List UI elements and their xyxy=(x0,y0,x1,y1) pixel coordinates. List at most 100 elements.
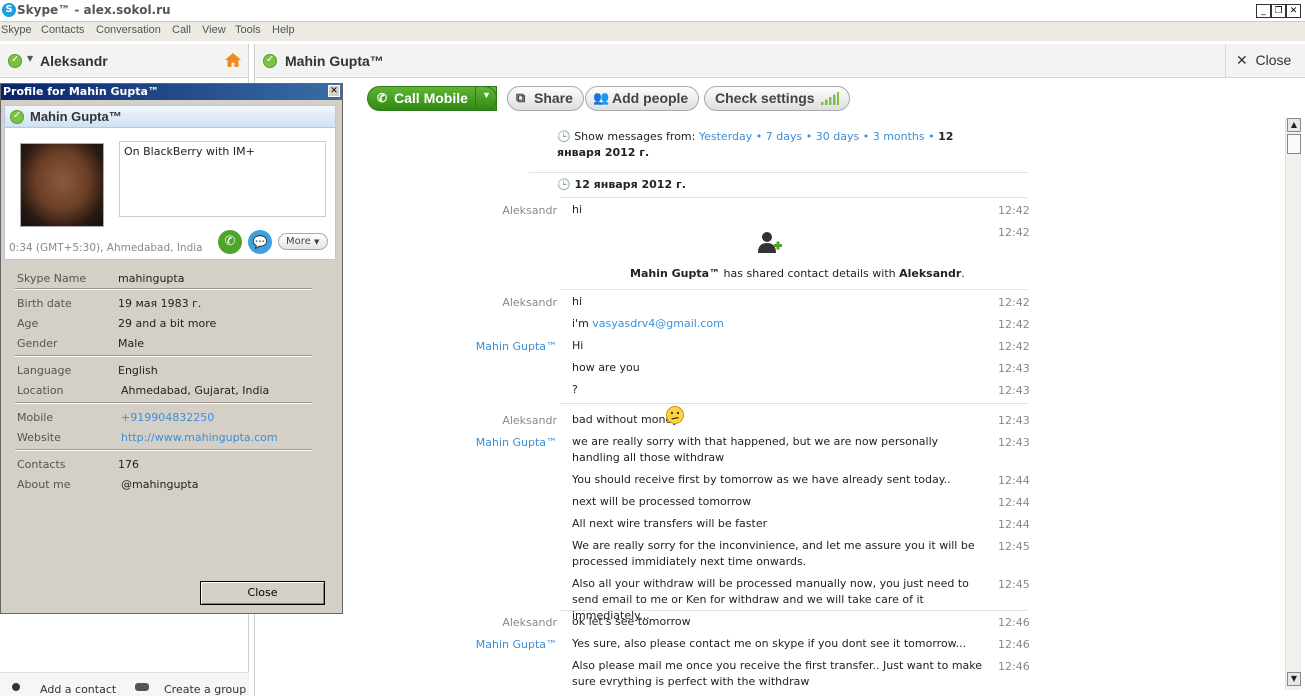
scroll-thumb[interactable] xyxy=(1287,134,1301,154)
profile-card: Mahin Gupta™ On BlackBerry with IM+ 0:34… xyxy=(4,105,336,260)
field-label: Birth date xyxy=(17,297,72,310)
field-label: Skype Name xyxy=(17,272,87,285)
profile-name: Mahin Gupta™ xyxy=(30,109,122,124)
separator xyxy=(15,449,312,451)
message-text-prefix: i'm xyxy=(572,317,593,330)
history-3-months[interactable]: 3 months xyxy=(873,130,925,143)
user-name[interactable]: Aleksandr xyxy=(40,53,108,69)
profile-card-header: Mahin Gupta™ xyxy=(5,106,335,128)
scroll-up-icon[interactable]: ▲ xyxy=(1287,118,1301,132)
message-text: Yes sure, also please contact me on skyp… xyxy=(572,637,967,650)
check-settings-button[interactable]: Check settings xyxy=(704,86,850,111)
menu-bar: Skype Contacts Conversation Call View To… xyxy=(0,22,1305,41)
skype-logo-icon: S xyxy=(2,3,16,17)
menu-contacts[interactable]: Contacts xyxy=(41,24,84,36)
more-label: More xyxy=(286,236,311,247)
clock-icon: 🕒 xyxy=(557,130,571,143)
message-time: 12:45 xyxy=(998,540,1030,553)
minimize-button[interactable]: _ xyxy=(1256,4,1271,18)
add-people-label: Add people xyxy=(612,90,689,106)
conversation-header: Mahin Gupta™ ✕ Close xyxy=(254,44,1305,78)
message-time: 12:44 xyxy=(998,474,1030,487)
history-filter: 🕒 Show messages from: Yesterday • 7 days… xyxy=(557,129,987,161)
chevron-down-icon: ▼ xyxy=(313,238,320,246)
message-time: 12:46 xyxy=(998,638,1030,651)
window-title: Skype™ - alex.sokol.ru xyxy=(17,3,171,17)
window-close-button[interactable]: ✕ xyxy=(1286,4,1301,18)
menu-skype[interactable]: Skype xyxy=(1,24,32,36)
user-header: ▼ Aleksandr xyxy=(0,44,249,78)
phone-icon: ✆ xyxy=(377,91,388,105)
message-text: bad without money xyxy=(572,413,679,426)
menu-view[interactable]: View xyxy=(202,24,226,36)
scroll-down-icon[interactable]: ▼ xyxy=(1287,672,1301,686)
more-button[interactable]: More ▼ xyxy=(278,233,328,250)
chevron-down-icon: ▼ xyxy=(482,90,491,100)
close-conversation-button[interactable]: ✕ Close xyxy=(1225,44,1305,78)
message-text: i'm vasyasdrv4@gmail.com xyxy=(572,316,987,332)
menu-help[interactable]: Help xyxy=(272,24,295,36)
email-link[interactable]: vasyasdrv4@gmail.com xyxy=(592,317,724,330)
shared-contact-message: Mahin Gupta™ has shared contact details … xyxy=(630,267,965,280)
field-label: Location xyxy=(17,384,64,397)
website-link[interactable]: http://www.mahingupta.com xyxy=(121,431,278,444)
chat-contact-button[interactable]: 💬 xyxy=(248,230,272,254)
message-sender[interactable]: Mahin Gupta™ xyxy=(417,638,557,651)
add-people-button[interactable]: 👥 Add people xyxy=(585,86,700,111)
share-icon: ⧉ xyxy=(516,90,526,105)
add-people-icon: 👥 xyxy=(593,90,610,105)
history-7-days[interactable]: 7 days xyxy=(766,130,802,143)
phone-icon: ✆ xyxy=(224,234,236,249)
contacts-count-value: 176 xyxy=(118,458,139,471)
message-text: Hi xyxy=(572,339,584,352)
home-icon[interactable] xyxy=(224,52,242,68)
separator xyxy=(15,355,312,357)
message-time: 12:42 xyxy=(998,340,1030,353)
history-sep: • xyxy=(755,130,763,143)
create-group-icon xyxy=(135,683,149,691)
field-label: Language xyxy=(17,364,72,377)
chat-bubble-icon: 💬 xyxy=(252,235,268,249)
message-text: You should receive first by tomorrow as … xyxy=(572,473,951,486)
message-sender[interactable]: Mahin Gupta™ xyxy=(417,340,557,353)
history-yesterday[interactable]: Yesterday xyxy=(699,130,752,143)
create-group-button[interactable]: Create a group xyxy=(164,683,246,696)
message-sender[interactable]: Mahin Gupta™ xyxy=(417,436,557,449)
shared-contact-recipient: Aleksandr xyxy=(899,267,962,280)
gender-value: Male xyxy=(118,337,145,350)
field-label: Age xyxy=(17,317,39,330)
message-sender: Aleksandr xyxy=(502,616,557,629)
status-dropdown-icon[interactable]: ▼ xyxy=(27,54,33,63)
message-time: 12:43 xyxy=(998,414,1030,427)
menu-tools[interactable]: Tools xyxy=(235,24,261,36)
skype-name-value: mahingupta xyxy=(118,272,185,285)
message-sender: Aleksandr xyxy=(502,204,557,217)
add-contact-icon xyxy=(12,683,20,691)
mood-message: On BlackBerry with IM+ xyxy=(119,141,326,217)
history-30-days[interactable]: 30 days xyxy=(816,130,859,143)
message-text: hi xyxy=(572,295,583,308)
profile-close-icon[interactable]: ✕ xyxy=(328,85,340,97)
add-contact-button[interactable]: Add a contact xyxy=(40,683,116,696)
restore-button[interactable]: ❐ xyxy=(1271,4,1286,18)
field-label: Contacts xyxy=(17,458,66,471)
share-button[interactable]: ⧉ Share xyxy=(507,86,584,111)
chat-scrollbar[interactable]: ▲ ▼ xyxy=(1285,118,1301,690)
mobile-link[interactable]: +919904832250 xyxy=(121,411,214,424)
age-value: 29 and a bit more xyxy=(118,317,217,330)
message-time: 12:42 xyxy=(998,296,1030,309)
close-label: Close xyxy=(1255,52,1292,68)
date-header: 🕒 12 января 2012 г. xyxy=(557,178,686,191)
online-status-icon[interactable] xyxy=(8,54,22,68)
profile-local-time: 0:34 (GMT+5:30), Ahmedabad, India xyxy=(9,242,203,254)
message-text: ok let's see tomorrow xyxy=(572,615,691,628)
message-sender: Aleksandr xyxy=(502,296,557,309)
contacts-footer: Add a contact Create a group xyxy=(0,672,249,696)
menu-conversation[interactable]: Conversation xyxy=(96,24,161,36)
profile-close-button[interactable]: Close xyxy=(200,581,325,605)
call-contact-button[interactable]: ✆ xyxy=(218,230,242,254)
menu-call[interactable]: Call xyxy=(172,24,191,36)
message-time: 12:43 xyxy=(998,362,1030,375)
shared-contact-icon xyxy=(758,232,782,253)
birth-date-value: 19 мая 1983 г. xyxy=(118,297,202,310)
